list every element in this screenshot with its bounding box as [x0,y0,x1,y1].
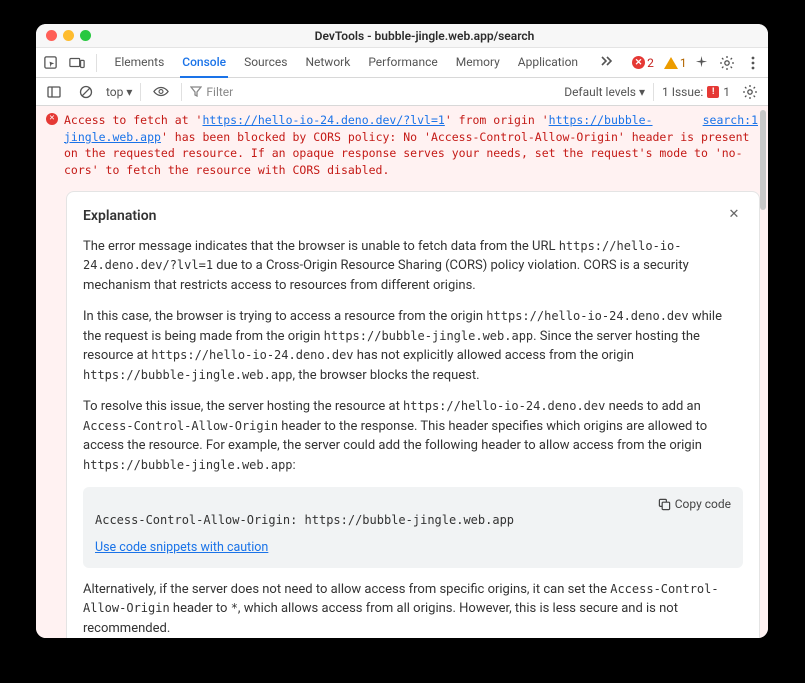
sparkle-icon[interactable] [691,51,713,75]
panel-tabs: Elements Console Sources Network Perform… [113,48,619,78]
clear-console-icon[interactable] [74,80,98,104]
divider [181,83,182,101]
main-toolbar: Elements Console Sources Network Perform… [36,48,768,78]
explanation-heading: Explanation [83,206,743,227]
tab-memory[interactable]: Memory [454,48,502,78]
console-content: ✕ search:1 Access to fetch at 'https://h… [36,106,768,638]
more-options-icon[interactable] [742,51,764,75]
titlebar: DevTools - bubble-jingle.web.app/search [36,24,768,48]
tab-console[interactable]: Console [180,48,228,78]
console-error-message: ✕ search:1 Access to fetch at 'https://h… [36,106,768,187]
error-count-badge[interactable]: ✕ 2 [632,56,654,70]
explanation-panel: ✕ Explanation The error message indicate… [66,191,760,638]
error-icon: ✕ [632,56,645,69]
maximize-window[interactable] [80,30,91,41]
live-expression-icon[interactable] [149,80,173,104]
explanation-paragraph: To resolve this issue, the server hostin… [83,397,743,475]
window-controls [46,30,91,41]
issue-label: 1 Issue: [662,85,703,99]
caution-link[interactable]: Use code snippets with caution [95,539,268,558]
source-link[interactable]: search:1 [703,112,758,129]
copy-code-button[interactable]: Copy code [658,495,731,513]
tab-performance[interactable]: Performance [366,48,439,78]
tab-application[interactable]: Application [516,48,580,78]
inspect-icon[interactable] [40,51,62,75]
filter-label[interactable]: Filter [206,85,233,99]
warning-count: 1 [680,56,687,70]
tab-sources[interactable]: Sources [242,48,289,78]
explanation-paragraph: The error message indicates that the bro… [83,237,743,296]
console-filter-bar: top ▾ Filter Default levels ▾ 1 Issue: !… [36,78,768,106]
filter-icon: Filter [190,85,233,99]
msg-url1[interactable]: https://hello-io-24.deno.dev/?lvl=1 [202,113,444,127]
console-settings-icon[interactable] [738,80,762,104]
copy-code-label: Copy code [675,495,731,513]
tab-network[interactable]: Network [303,48,352,78]
tab-elements[interactable]: Elements [113,48,167,78]
divider [140,83,141,101]
more-tabs-icon[interactable] [594,48,618,72]
explanation-paragraph: Alternatively, if the server does not ne… [83,580,743,638]
error-icon: ✕ [46,113,58,125]
window-title: DevTools - bubble-jingle.web.app/search [91,29,758,43]
issue-count: 1 [723,85,730,99]
device-toolbar-icon[interactable] [66,51,88,75]
context-selector[interactable]: top ▾ [106,85,132,99]
divider [653,83,654,101]
msg-text: ' from origin ' [445,113,549,127]
divider [96,54,97,72]
code-content: Access-Control-Allow-Origin: https://bub… [95,511,731,529]
sidebar-toggle-icon[interactable] [42,80,66,104]
code-block: Copy code Access-Control-Allow-Origin: h… [83,487,743,568]
issues-badge[interactable]: 1 Issue: ! 1 [662,85,730,99]
msg-text: ' has been blocked by CORS policy: No 'A… [64,130,749,177]
explanation-paragraph: In this case, the browser is trying to a… [83,307,743,385]
close-icon[interactable]: ✕ [725,206,743,224]
warning-count-badge[interactable]: 1 [664,56,687,70]
error-count: 2 [647,56,654,70]
msg-text: Access to fetch at ' [64,113,202,127]
log-levels-selector[interactable]: Default levels ▾ [564,85,645,99]
issue-count-icon: ! [707,86,719,98]
close-window[interactable] [46,30,57,41]
minimize-window[interactable] [63,30,74,41]
warning-icon [664,57,678,69]
devtools-window: DevTools - bubble-jingle.web.app/search … [36,24,768,638]
settings-icon[interactable] [716,51,738,75]
